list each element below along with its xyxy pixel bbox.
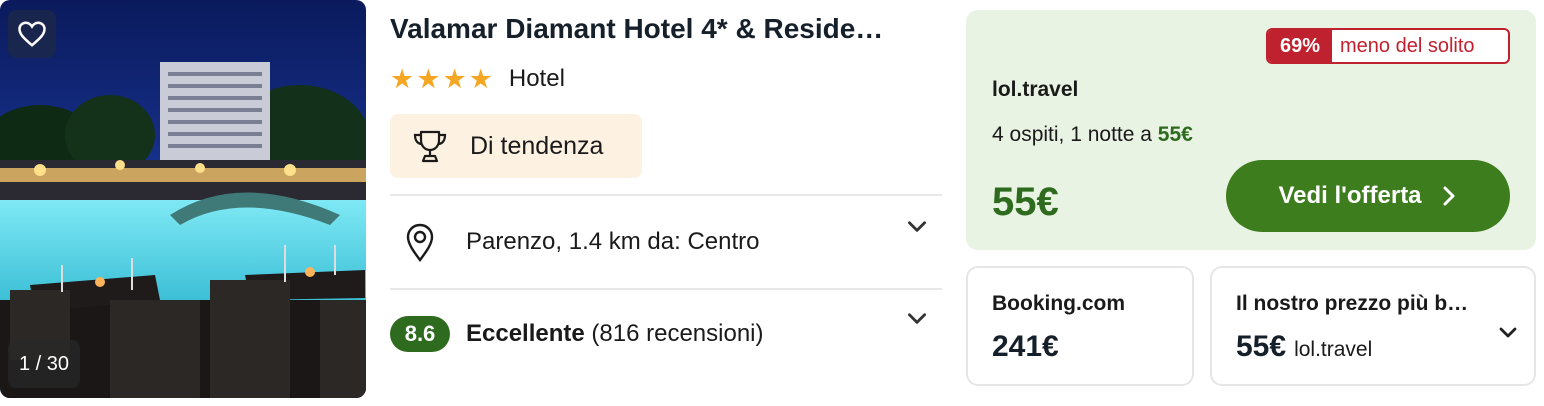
rating-summary: Eccellente (816 recensioni) <box>466 320 764 348</box>
star-rating: ★ ★ ★ ★ <box>390 64 493 94</box>
chevron-down-icon[interactable] <box>904 213 930 239</box>
alt-price-best[interactable]: Il nostro prezzo più b… 55€ lol.travel <box>1210 266 1536 386</box>
star-icon: ★ <box>416 64 441 94</box>
offer-provider: lol.travel <box>992 78 1079 101</box>
trophy-icon <box>413 130 447 163</box>
location-text: Parenzo, 1.4 km da: Centro <box>466 228 760 255</box>
rating-count: (816 recensioni) <box>591 320 764 347</box>
trend-label: Di tendenza <box>470 131 604 160</box>
chevron-right-icon <box>1443 186 1455 206</box>
heart-icon <box>18 21 46 47</box>
favorite-button[interactable] <box>8 10 56 58</box>
alt-provider: Booking.com <box>992 292 1126 315</box>
location-row[interactable]: Parenzo, 1.4 km da: Centro <box>390 197 942 287</box>
star-icon: ★ <box>442 64 467 94</box>
hotel-info: Valamar Diamant Hotel 4* & Reside… ★ ★ ★… <box>390 0 942 398</box>
chevron-down-icon[interactable] <box>1496 320 1520 344</box>
discount-percent: 69% <box>1268 30 1332 62</box>
reviews-row[interactable]: 8.6 Eccellente (816 recensioni) <box>390 289 942 379</box>
photo-counter: 1 / 30 <box>8 340 80 388</box>
star-icon: ★ <box>468 64 493 94</box>
view-deal-label: Vedi l'offerta <box>1278 182 1422 209</box>
hotel-type: Hotel <box>508 65 565 92</box>
offer-price: 55€ <box>992 180 1059 224</box>
alt-price-booking[interactable]: Booking.com 241€ <box>966 266 1194 386</box>
rating-score-badge: 8.6 <box>390 316 450 352</box>
hotel-photo[interactable]: 1 / 30 <box>0 0 366 398</box>
hotel-category: ★ ★ ★ ★ Hotel <box>390 64 565 94</box>
alt-price: 241€ <box>992 330 1059 363</box>
location-pin-icon <box>406 223 434 262</box>
hotel-title[interactable]: Valamar Diamant Hotel 4* & Reside… <box>390 13 930 45</box>
divider <box>390 194 942 196</box>
star-icon: ★ <box>390 64 415 94</box>
trend-badge: Di tendenza <box>390 114 642 178</box>
chevron-down-icon[interactable] <box>904 305 930 331</box>
discount-text: meno del solito <box>1340 34 1475 57</box>
rating-label: Eccellente <box>466 320 585 347</box>
hotel-photo-image <box>0 0 366 398</box>
alt-price: 55€ <box>1236 330 1287 363</box>
guests-text: 4 ospiti, 1 notte a <box>992 123 1152 146</box>
discount-badge: 69% meno del solito <box>1266 28 1510 64</box>
view-deal-button[interactable]: Vedi l'offerta <box>1226 160 1510 232</box>
alt-provider: lol.travel <box>1294 338 1373 361</box>
alt-price-line: 55€ lol.travel <box>1236 330 1372 364</box>
guests-info: 4 ospiti, 1 notte a 55€ <box>992 123 1193 147</box>
main-offer-card[interactable]: 69% meno del solito lol.travel 4 ospiti,… <box>966 10 1536 250</box>
guests-price: 55€ <box>1157 123 1193 146</box>
alt-title: Il nostro prezzo più b… <box>1236 292 1469 315</box>
